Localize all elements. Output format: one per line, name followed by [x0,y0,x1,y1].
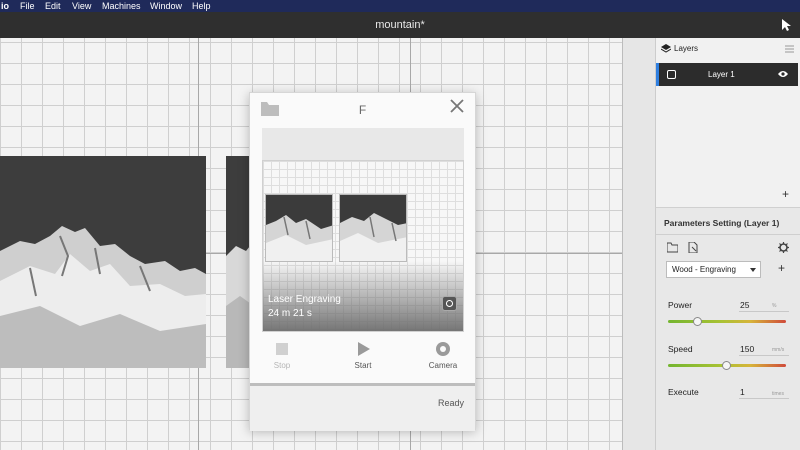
job-actions: Stop Start Camera [250,341,475,381]
dialog-footer: Ready [250,386,475,431]
menu-machines[interactable]: Machines [102,0,141,12]
job-dialog: F Laser Engraving 24 m 21 s Stop Start C… [249,92,476,431]
close-icon[interactable] [449,98,465,114]
speed-value[interactable]: 150 [740,344,754,354]
layers-header: Layers [656,38,800,60]
speed-slider-handle[interactable] [722,361,731,370]
menu-view[interactable]: View [72,0,91,12]
window-titlebar: mountain* [0,12,800,38]
open-folder-icon[interactable] [667,242,678,253]
system-menubar: io File Edit View Machines Window Help [0,0,800,12]
execute-label: Execute [668,387,699,397]
power-slider[interactable] [668,320,786,323]
menu-file[interactable]: File [20,0,35,12]
preview-thumbnail [339,194,407,262]
panel-menu-icon[interactable] [785,45,794,53]
preview-thumbnail [265,194,333,262]
camera-label: Camera [428,361,458,370]
power-value[interactable]: 25 [740,300,749,310]
preview-header-bar [262,128,464,160]
dialog-title: F [358,103,367,117]
refresh-preview-icon[interactable] [442,296,457,311]
preset-value: Wood - Engraving [672,265,736,274]
stop-label: Stop [273,361,291,370]
add-preset-button[interactable]: + [778,261,785,275]
menu-help[interactable]: Help [192,0,211,12]
play-icon [358,342,370,356]
stop-button[interactable]: Stop [252,341,312,370]
execute-unit: times [772,391,784,397]
document-title: mountain* [375,19,425,31]
eye-icon[interactable] [778,70,788,78]
camera-button[interactable]: Camera [413,341,473,370]
power-slider-handle[interactable] [692,317,702,326]
preset-select[interactable]: Wood - Engraving [666,261,761,278]
divider [656,234,800,235]
menu-edit[interactable]: Edit [45,0,61,12]
select-tool-icon[interactable] [780,18,794,32]
execute-value[interactable]: 1 [740,387,745,397]
power-label: Power [668,300,693,310]
camera-icon [436,342,450,356]
layers-icon [661,44,671,53]
machine-status: Ready [437,398,464,408]
power-input-underline [739,311,789,312]
layer-checkbox[interactable] [667,70,676,79]
stop-icon [276,343,288,355]
export-icon[interactable] [687,242,698,253]
speed-label: Speed [668,344,693,354]
start-button[interactable]: Start [333,341,393,370]
gear-icon[interactable] [778,242,789,253]
parameters-panel: Parameters Setting (Layer 1) Wood - Engr… [655,207,800,450]
chevron-down-icon [750,268,756,272]
app-menu[interactable]: io [1,0,9,12]
power-unit: % [772,303,777,309]
menu-window[interactable]: Window [150,0,182,12]
job-type-label: Laser Engraving [268,294,341,305]
layer-item[interactable]: Layer 1 [656,63,798,86]
dialog-header: F [250,93,475,127]
job-time-estimate: 24 m 21 s [268,308,312,319]
execute-input-underline [739,398,789,399]
layers-title: Layers [674,44,699,53]
parameters-title: Parameters Setting (Layer 1) [664,218,780,228]
layer-name: Layer 1 [708,70,735,79]
start-label: Start [354,361,372,370]
add-layer-button[interactable]: + [782,187,789,201]
canvas-scroll-region[interactable] [622,38,655,450]
job-preview: Laser Engraving 24 m 21 s [262,160,464,332]
speed-input-underline [739,355,789,356]
layers-panel: Layers Layer 1 + [655,38,800,207]
mountain-image[interactable] [0,156,206,368]
speed-unit: mm/s [772,347,785,353]
